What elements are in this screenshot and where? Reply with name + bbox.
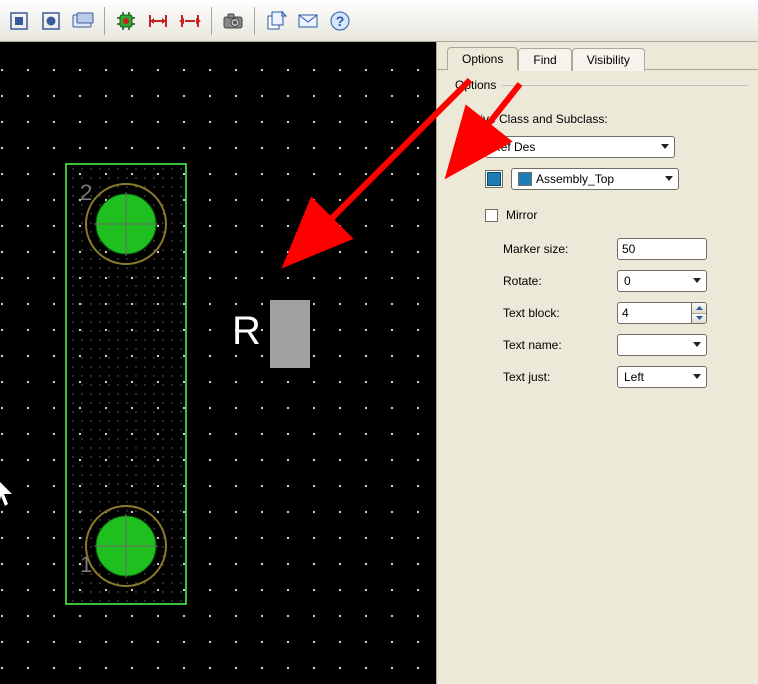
svg-text:?: ? <box>336 13 345 29</box>
rotate-label: Rotate: <box>503 274 613 288</box>
mirror-checkbox[interactable] <box>485 209 498 222</box>
text-name-label: Text name: <box>503 338 613 352</box>
spin-up-icon[interactable] <box>692 303 706 314</box>
subclass-combo[interactable]: Assembly_Top <box>511 168 679 190</box>
tab-find[interactable]: Find <box>518 48 571 71</box>
group-header: Options <box>437 70 758 96</box>
copy-icon[interactable] <box>261 6 291 36</box>
visibility-toggle[interactable] <box>485 170 503 188</box>
spin-down-icon[interactable] <box>692 314 706 324</box>
measure-w-icon[interactable] <box>175 6 205 36</box>
toolbar-sep <box>211 7 212 35</box>
chevron-down-icon <box>690 337 704 353</box>
pad-label: 1 <box>80 552 92 577</box>
refdes-text: R <box>232 309 261 353</box>
help-icon[interactable]: ? <box>325 6 355 36</box>
text-just-label: Text just: <box>503 370 613 384</box>
text-name-combo[interactable] <box>617 334 707 356</box>
tab-strip: Options Find Visibility <box>437 42 758 70</box>
camera-icon[interactable] <box>218 6 248 36</box>
combo-value: Ref Des <box>492 140 654 154</box>
tab-options[interactable]: Options <box>447 47 518 70</box>
measure-h-icon[interactable] <box>143 6 173 36</box>
pad-label: 2 <box>80 180 92 205</box>
side-panel: Options Find Visibility Options Active C… <box>436 42 758 684</box>
window-icon[interactable] <box>68 6 98 36</box>
chip-icon[interactable] <box>111 6 141 36</box>
tab-label: Visibility <box>587 53 630 67</box>
group-title: Options <box>455 78 496 92</box>
mirror-label: Mirror <box>506 208 537 222</box>
circle-icon[interactable] <box>36 6 66 36</box>
mail-icon[interactable] <box>293 6 323 36</box>
chevron-down-icon <box>690 273 704 289</box>
active-class-combo[interactable]: Ref Des <box>485 136 675 158</box>
marker-size-label: Marker size: <box>503 242 613 256</box>
text-block-spinner[interactable]: 4 <box>617 302 707 324</box>
layer-color-swatch <box>518 172 532 186</box>
chevron-down-icon <box>690 369 704 385</box>
toolbar: ? <box>0 0 758 42</box>
chevron-down-icon <box>662 171 676 187</box>
section-label: Active Class and Subclass: <box>463 112 740 126</box>
combo-value: Assembly_Top <box>536 172 658 186</box>
chevron-down-icon <box>658 139 672 155</box>
text-just-combo[interactable]: Left <box>617 366 707 388</box>
square-stop-icon[interactable] <box>4 6 34 36</box>
tab-label: Options <box>462 52 503 66</box>
tab-label: Find <box>533 53 556 67</box>
toolbar-sep <box>104 7 105 35</box>
text-block-label: Text block: <box>503 306 613 320</box>
design-canvas[interactable]: 2 1 R <box>0 42 436 684</box>
toolbar-sep <box>254 7 255 35</box>
marker-size-input[interactable]: 50 <box>617 238 707 260</box>
rotate-combo[interactable]: 0 <box>617 270 707 292</box>
tab-visibility[interactable]: Visibility <box>572 48 645 71</box>
